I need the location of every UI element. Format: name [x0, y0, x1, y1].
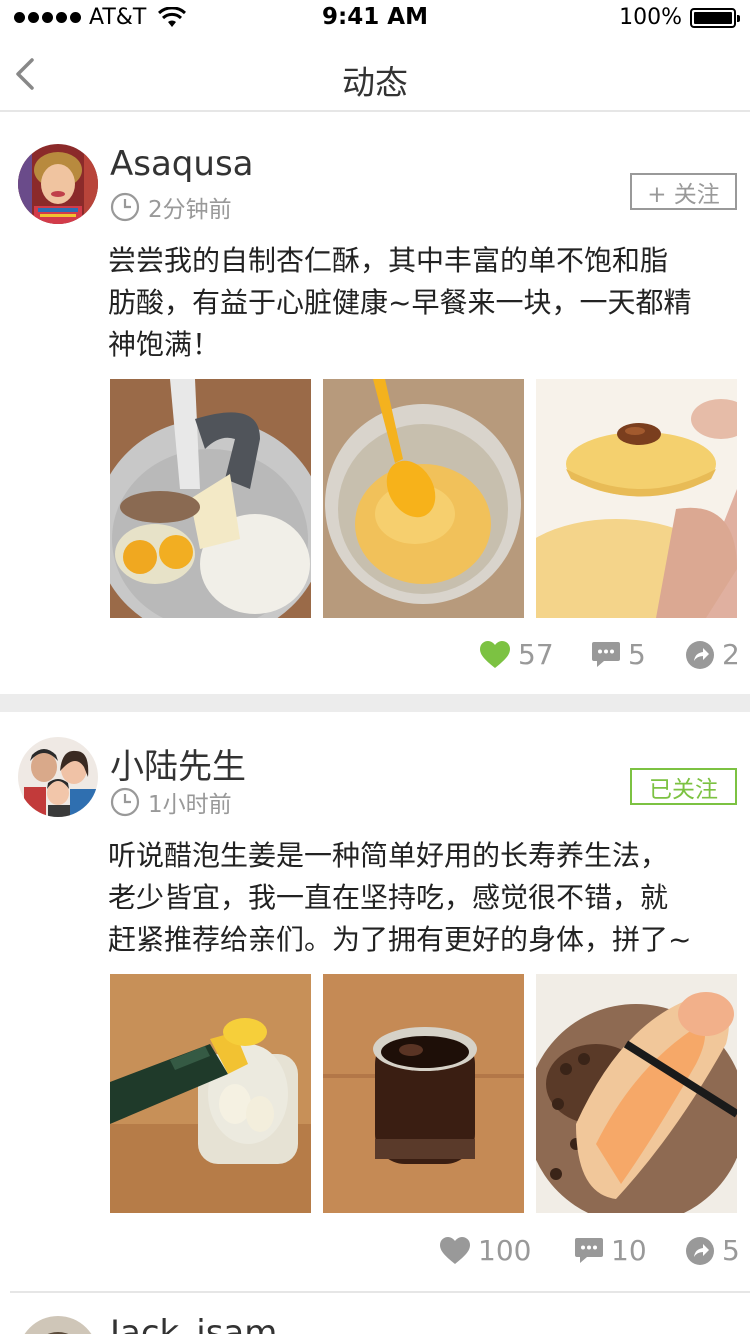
- photo-mixing-bowl[interactable]: [110, 379, 311, 618]
- share-button[interactable]: 5: [686, 1234, 740, 1267]
- battery-label: 100%: [619, 5, 682, 30]
- status-bar: AT&T 9:41 AM 100%: [0, 0, 750, 36]
- photo-grid: [110, 974, 737, 1213]
- clock-icon: [110, 192, 140, 222]
- avatar[interactable]: [18, 144, 98, 224]
- post-text-line: 尝尝我的自制杏仁酥，其中丰富的单不饱和脂: [108, 244, 669, 277]
- avatar[interactable]: [18, 1316, 98, 1334]
- username[interactable]: 小陆先生: [110, 739, 246, 788]
- username[interactable]: Asaqusa: [110, 144, 254, 184]
- battery-icon: [690, 7, 740, 28]
- post-card: Jack_isam: [0, 1293, 750, 1334]
- comment-count: 5: [628, 638, 646, 671]
- share-count: 2: [722, 638, 740, 671]
- post-text-line: 神饱满！: [108, 328, 221, 361]
- like-button[interactable]: 100: [440, 1234, 531, 1267]
- post-divider: [0, 694, 750, 712]
- post-time: 2分钟前: [110, 190, 232, 224]
- following-button[interactable]: 已关注: [630, 768, 737, 805]
- post-text: 尝尝我的自制杏仁酥，其中丰富的单不饱和脂 肪酸，有益于心脏健康~早餐来一块，一天…: [108, 240, 746, 366]
- clock-icon: [110, 787, 140, 817]
- photo-grid: [110, 379, 737, 618]
- photo-pickled-ginger[interactable]: [536, 974, 737, 1213]
- nav-bar: 动态: [0, 36, 750, 112]
- comment-button[interactable]: 5: [592, 638, 646, 671]
- comment-icon: [575, 1237, 603, 1263]
- time-label: 1小时前: [148, 792, 232, 818]
- share-count: 5: [722, 1234, 740, 1267]
- share-icon: [686, 1236, 714, 1265]
- username[interactable]: Jack_isam: [110, 1313, 277, 1334]
- post-text-line: 老少皆宜，我一直在坚持吃，感觉很不错，就: [108, 881, 669, 914]
- post-text: 听说醋泡生姜是一种简单好用的长寿养生法， 老少皆宜，我一直在坚持吃，感觉很不错，…: [108, 835, 746, 961]
- comment-icon: [592, 641, 620, 667]
- like-count: 100: [478, 1234, 532, 1267]
- comment-count: 10: [611, 1234, 647, 1267]
- post-text-line: 肪酸，有益于心脏健康~早餐来一块，一天都精: [108, 286, 692, 319]
- follow-button[interactable]: + 关注: [630, 173, 737, 210]
- post-actions: 100 10 5: [0, 1234, 750, 1274]
- like-button[interactable]: 57: [480, 638, 554, 671]
- photo-vinegar-jar[interactable]: [323, 974, 524, 1213]
- photo-vinegar-pour[interactable]: [110, 974, 311, 1213]
- page-title: 动态: [342, 63, 408, 102]
- photo-almond-cookie[interactable]: [536, 379, 737, 618]
- status-right: 100%: [619, 5, 740, 30]
- post-card: 小陆先生 1小时前 已关注 听说醋泡生姜是一种简单好用的长寿养生法， 老少皆宜，…: [0, 712, 750, 1290]
- avatar[interactable]: [18, 737, 98, 817]
- photo-dough-bowl[interactable]: [323, 379, 524, 618]
- heart-icon: [480, 640, 510, 668]
- time-label: 2分钟前: [148, 197, 232, 223]
- post-actions: 57 5 2: [0, 638, 750, 678]
- post-text-line: 赶紧推荐给亲们。为了拥有更好的身体，拼了~: [108, 923, 692, 956]
- comment-button[interactable]: 10: [575, 1234, 647, 1267]
- share-button[interactable]: 2: [686, 638, 740, 671]
- share-icon: [686, 640, 714, 669]
- post-time: 1小时前: [110, 785, 232, 819]
- like-count: 57: [518, 638, 554, 671]
- post-card: Asaqusa 2分钟前 + 关注 尝尝我的自制杏仁酥，其中丰富的单不饱和脂 肪…: [0, 114, 750, 694]
- post-text-line: 听说醋泡生姜是一种简单好用的长寿养生法，: [108, 839, 669, 872]
- heart-icon: [440, 1236, 470, 1264]
